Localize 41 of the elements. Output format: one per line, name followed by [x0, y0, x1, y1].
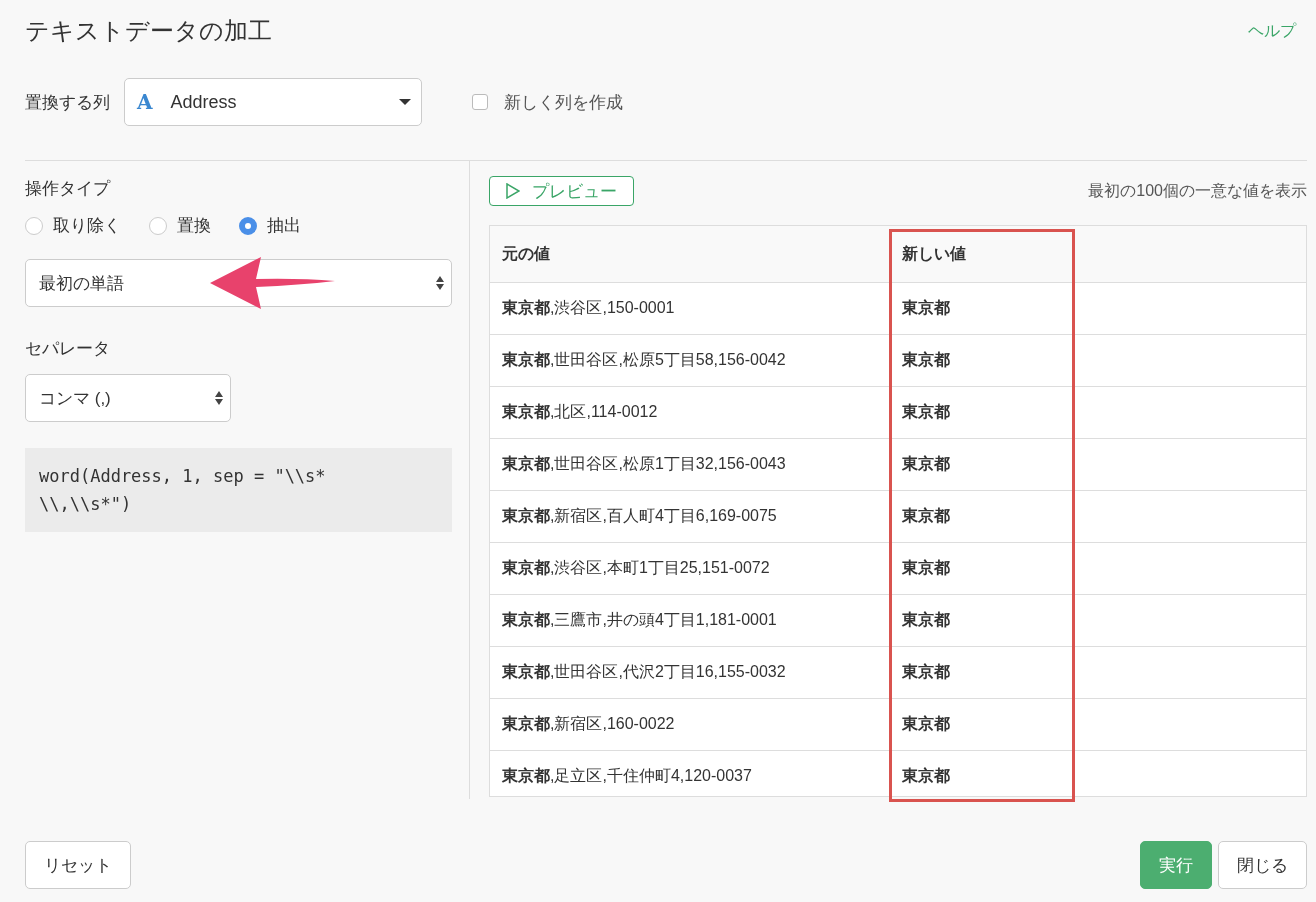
table-cell-text: 東京都 — [901, 454, 951, 474]
table-cell-text: 東京都 — [901, 610, 951, 630]
checkbox-label: 新しく列を作成 — [504, 91, 623, 114]
table-cell-text: 東京都,世田谷区,代沢2丁目16,155-0032 — [501, 662, 787, 682]
table-cell-text: 東京都,足立区,千住仲町4,120-0037 — [501, 766, 753, 786]
column-header: 新しい値 — [901, 243, 967, 264]
table-cell-text: 東京都,世田谷区,松原5丁目58,156-0042 — [501, 350, 787, 370]
radio-option[interactable]: 置換 — [149, 214, 211, 237]
table-cell-text: 東京都,渋谷区,150-0001 — [501, 298, 676, 318]
table-cell-text: 東京都 — [901, 662, 951, 682]
table-cell-text: 東京都 — [901, 506, 951, 526]
radio-option[interactable]: 取り除く — [25, 214, 121, 237]
table-cell-text: 東京都 — [901, 298, 951, 318]
table-cell-text: 東京都 — [901, 714, 951, 734]
table-cell-text: 東京都,新宿区,百人町4丁目6,169-0075 — [501, 506, 778, 526]
code-preview: word(Address, 1, sep = "\\s*\\,\\s*") — [25, 448, 452, 532]
table-cell-text: 東京都,新宿区,160-0022 — [501, 714, 676, 734]
table-cell-text: 東京都 — [901, 402, 951, 422]
table-cell-text: 東京都,世田谷区,松原1丁目32,156-0043 — [501, 454, 787, 474]
table-cell-text: 東京都 — [901, 558, 951, 578]
table-cell-text: 東京都 — [901, 766, 951, 786]
radio-option[interactable]: 抽出 — [239, 214, 301, 237]
close-button[interactable]: 閉じる — [1218, 841, 1307, 889]
column-select[interactable]: A Address — [124, 78, 422, 126]
section-label: セパレータ — [25, 338, 111, 360]
separator-select[interactable]: コンマ (,) — [25, 374, 231, 422]
preview-note: 最初の100個の一意な値を表示 — [1088, 180, 1307, 201]
column-header: 元の値 — [501, 243, 551, 264]
table-cell-text: 東京都,北区,114-0012 — [501, 402, 659, 422]
checkbox[interactable] — [472, 94, 488, 110]
mode-select[interactable]: 最初の単語 — [25, 259, 452, 307]
section-label: 操作タイプ — [25, 178, 112, 200]
caret-icon — [399, 98, 411, 106]
table-cell-text: 東京都,三鷹市,井の頭4丁目1,181-0001 — [501, 610, 778, 630]
table-cell-text: 東京都,渋谷区,本町1丁目25,151-0072 — [501, 558, 771, 578]
reset-button[interactable]: リセット — [25, 841, 131, 889]
field-label: 置換する列 — [25, 91, 110, 114]
dialog-title: テキストデータの加工 — [25, 16, 272, 46]
play-icon — [506, 183, 520, 199]
table-cell-text: 東京都 — [901, 350, 951, 370]
text-type-icon: A — [137, 90, 153, 114]
